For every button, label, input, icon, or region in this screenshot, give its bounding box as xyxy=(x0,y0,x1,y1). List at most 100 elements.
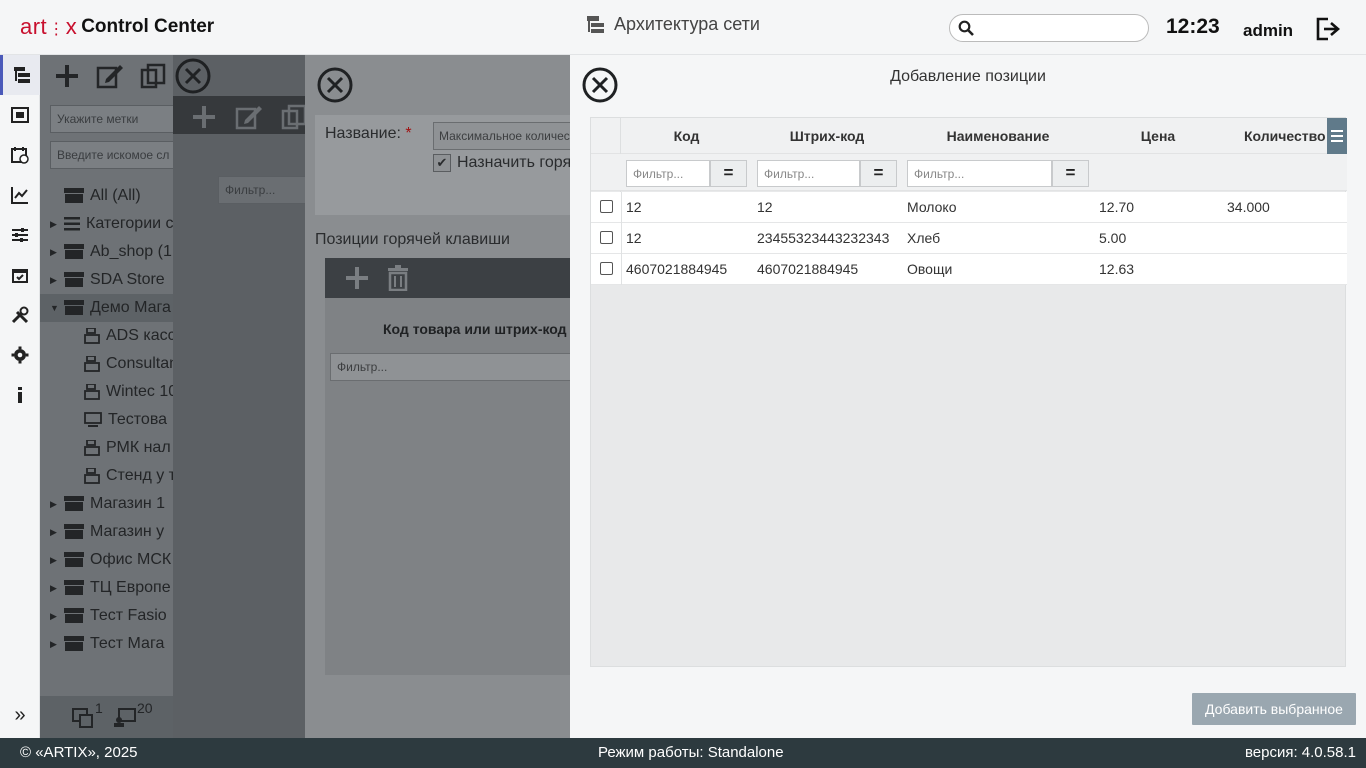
logo-artix: art⋮x xyxy=(20,14,78,39)
row-separator xyxy=(621,192,622,223)
store-icon xyxy=(11,107,29,123)
barcode-filter-operator[interactable]: = xyxy=(860,160,897,187)
column-header-name[interactable]: Наименование xyxy=(902,118,1094,154)
bg-hotkey-editor: Название: * Максимальное количес ✔ Назна… xyxy=(305,55,570,738)
store-icon xyxy=(64,580,84,595)
cell-name: Молоко xyxy=(907,199,957,215)
barcode-filter-input[interactable]: Фильтр... xyxy=(757,160,860,187)
tree-child-item[interactable]: РМК нал xyxy=(84,434,171,462)
tree-search-input[interactable]: Введите искомое сл xyxy=(50,141,173,169)
tree-item[interactable]: ▶ Ab_shop (1 xyxy=(50,238,172,266)
rail-expand[interactable]: » xyxy=(0,695,40,735)
tree-item-label: Ab_shop (1 xyxy=(90,243,172,260)
column-header-barcode[interactable]: Штрих-код xyxy=(752,118,902,154)
tree-item[interactable]: ▶ Магазин у xyxy=(50,518,164,546)
expand-icon: » xyxy=(14,703,26,726)
rail-calendar[interactable] xyxy=(0,255,40,295)
user-name[interactable]: admin xyxy=(1243,21,1293,41)
rail-info[interactable] xyxy=(0,375,40,415)
tree-child-item[interactable]: Стенд у т xyxy=(84,462,173,490)
bg-panel-b-toolbar xyxy=(173,96,305,134)
rail-tools[interactable] xyxy=(0,295,40,335)
tree-item[interactable]: ▶ Офис МСК xyxy=(50,546,171,574)
cash-register-icon xyxy=(84,440,100,456)
global-search-input[interactable] xyxy=(949,14,1149,42)
column-header-quantity[interactable]: Количество xyxy=(1222,118,1327,154)
tree-child-item[interactable]: Consultan xyxy=(84,350,173,378)
trash-icon[interactable] xyxy=(387,265,409,291)
row-checkbox[interactable] xyxy=(600,200,613,213)
status-bar: © «ARTIX», 2025 Режим работы: Standalone… xyxy=(0,738,1366,768)
logout-icon[interactable] xyxy=(1315,16,1341,42)
tree-item[interactable]: ▶ Тест Мага xyxy=(50,630,164,658)
close-icon[interactable] xyxy=(175,58,211,94)
bg-tree-panel: Укажите метки Введите искомое сл All (Al… xyxy=(40,55,173,738)
tree-arrow-icon: ▶ xyxy=(50,526,57,537)
assign-hotkey-checkbox[interactable]: ✔ Назначить горя xyxy=(433,154,570,172)
rail-schedule[interactable] xyxy=(0,135,40,175)
tree-child-item[interactable]: Wintec 10 xyxy=(84,378,173,406)
search-icon xyxy=(958,20,974,36)
chart-icon xyxy=(11,187,28,204)
name-filter-input[interactable]: Фильтр... xyxy=(907,160,1052,187)
cash-register-icon xyxy=(84,384,100,400)
tree-arrow-icon: ▶ xyxy=(50,638,57,649)
tree-item-label: РМК нал xyxy=(106,439,171,456)
rail-reports[interactable] xyxy=(0,175,40,215)
rail-config[interactable] xyxy=(0,335,40,375)
column-header-price[interactable]: Цена xyxy=(1094,118,1222,154)
bg-panel-b: Фильтр... xyxy=(173,55,305,738)
cell-quantity: 34.000 xyxy=(1227,199,1270,215)
close-icon[interactable] xyxy=(317,67,353,103)
assign-hotkey-label: Назначить горя xyxy=(457,154,570,171)
app-version: версия: 4.0.58.1 xyxy=(1244,744,1356,761)
add-icon[interactable] xyxy=(345,266,369,290)
positions-grid: Код Штрих-код Наименование Цена Количест… xyxy=(590,117,1347,667)
calendar-icon xyxy=(12,269,28,283)
devices-count: 1 xyxy=(95,700,103,716)
workstations-count: 20 xyxy=(137,700,153,716)
hotkey-positions-grid: Код товара или штрих-код Фильтр... xyxy=(325,258,570,675)
tree-item-label: Тестова xyxy=(108,411,168,428)
add-selected-button[interactable]: Добавить выбранное xyxy=(1192,693,1356,725)
tree-item[interactable]: ▶ Тест Fasio xyxy=(50,602,167,630)
row-separator xyxy=(621,254,622,285)
tree-item[interactable]: ▶ Магазин 1 xyxy=(50,490,165,518)
app-logo[interactable]: art⋮x Control Center xyxy=(20,10,214,44)
store-icon xyxy=(64,524,84,539)
table-row[interactable]: 12 12 Молоко 12.70 34.000 xyxy=(591,192,1347,223)
tree-arrow-icon: ▶ xyxy=(50,582,57,593)
code-filter-input[interactable]: Фильтр... xyxy=(626,160,710,187)
tree-arrow-icon: ▶ xyxy=(50,218,57,229)
hotkey-grid-toolbar xyxy=(325,258,570,298)
tree-item-selected[interactable]: ▼ Демо Мага xyxy=(40,294,173,322)
table-row[interactable]: 12 23455323443232343 Хлеб 5.00 xyxy=(591,223,1347,254)
menu-line xyxy=(1331,130,1343,132)
store-icon xyxy=(64,636,84,651)
column-menu-button[interactable] xyxy=(1327,118,1347,154)
name-input[interactable]: Максимальное количес xyxy=(433,122,570,150)
tree-item[interactable]: ▶ Категории с xyxy=(50,210,173,238)
name-filter-operator[interactable]: = xyxy=(1052,160,1089,187)
tree-item-label: ADS касс xyxy=(106,327,173,344)
code-filter-operator[interactable]: = xyxy=(710,160,747,187)
row-checkbox[interactable] xyxy=(600,231,613,244)
tree-item[interactable]: ▶ ТЦ Европе xyxy=(50,574,171,602)
hotkey-grid-filter[interactable]: Фильтр... xyxy=(330,353,570,381)
rail-stores[interactable] xyxy=(0,95,40,135)
tools-icon xyxy=(11,306,29,324)
rail-settings-sliders[interactable] xyxy=(0,215,40,255)
rail-network-tree[interactable] xyxy=(0,55,40,95)
tree-item[interactable]: ▶ SDA Store xyxy=(50,266,165,294)
checkbox-checked-icon: ✔ xyxy=(433,154,451,172)
tree-item-label: Wintec 10 xyxy=(106,383,173,400)
tree-item[interactable]: All (All) xyxy=(50,182,141,210)
tags-input[interactable]: Укажите метки xyxy=(50,105,173,133)
store-icon xyxy=(64,272,84,287)
tree-child-item[interactable]: Тестова xyxy=(84,406,167,434)
row-checkbox[interactable] xyxy=(600,262,613,275)
table-row[interactable]: 4607021884945 4607021884945 Овощи 12.63 xyxy=(591,254,1347,285)
bg-panel-b-filter[interactable]: Фильтр... xyxy=(218,176,305,204)
tree-child-item[interactable]: ADS касс xyxy=(84,322,173,350)
column-header-code[interactable]: Код xyxy=(621,118,752,154)
